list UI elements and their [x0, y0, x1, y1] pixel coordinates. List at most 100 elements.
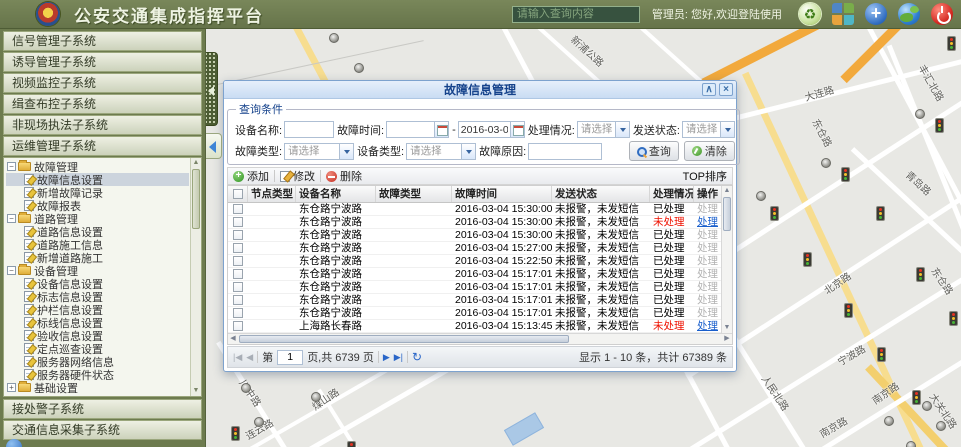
- chevron-down-icon[interactable]: [615, 122, 629, 137]
- delete-button[interactable]: 删除: [326, 168, 362, 184]
- sidebar-item-4[interactable]: 非现场执法子系统: [3, 115, 202, 135]
- table-row[interactable]: 东仓路宁波路2016-03-04 15:17:01未报警，未发短信已处理处理: [228, 294, 732, 307]
- row-checkbox[interactable]: [233, 256, 243, 266]
- camera-dome-icon[interactable]: [936, 421, 946, 431]
- camera-dome-icon[interactable]: [906, 441, 916, 447]
- row-checkbox[interactable]: [233, 230, 243, 240]
- tree-item[interactable]: 新增故障记录: [6, 186, 189, 199]
- tree-scrollbar[interactable]: ▲ ▼: [190, 158, 201, 396]
- next-page-button[interactable]: ▶: [383, 351, 390, 363]
- camera-dome-icon[interactable]: [241, 383, 251, 393]
- table-row[interactable]: 东仓路宁波路2016-03-04 15:17:01未报警，未发短信已处理处理: [228, 268, 732, 281]
- traffic-light-icon[interactable]: [231, 426, 240, 441]
- traffic-light-icon[interactable]: [876, 206, 885, 221]
- device-name-input[interactable]: [284, 121, 334, 138]
- col-process-status[interactable]: 处理情况: [650, 186, 694, 202]
- scroll-left-icon[interactable]: ◀: [228, 334, 238, 344]
- calendar-icon[interactable]: [434, 122, 448, 137]
- scroll-thumb[interactable]: [192, 169, 200, 229]
- traffic-light-icon[interactable]: [916, 267, 925, 282]
- clear-button[interactable]: 清除: [684, 141, 735, 161]
- camera-dome-icon[interactable]: [329, 33, 339, 43]
- row-checkbox[interactable]: [233, 282, 243, 292]
- horizontal-scrollbar[interactable]: ◀ ▶: [228, 333, 732, 344]
- collapse-expander-icon[interactable]: −: [7, 266, 16, 275]
- camera-dome-icon[interactable]: [821, 158, 831, 168]
- vertical-scrollbar[interactable]: ▲ ▼: [721, 186, 732, 333]
- scroll-down-icon[interactable]: ▼: [191, 386, 201, 396]
- fault-reason-input[interactable]: [528, 143, 602, 160]
- traffic-light-icon[interactable]: [912, 390, 921, 405]
- refresh-icon[interactable]: ↻: [412, 350, 422, 364]
- fault-time-from-input[interactable]: [387, 122, 434, 137]
- row-checkbox[interactable]: [233, 295, 243, 305]
- table-row[interactable]: 东仓路宁波路2016-03-04 15:27:00未报警，未发短信已处理处理: [228, 242, 732, 255]
- top-sort-button[interactable]: TOP排序: [683, 168, 727, 184]
- col-fault-type[interactable]: 故障类型: [376, 186, 452, 202]
- camera-dome-icon[interactable]: [915, 109, 925, 119]
- camera-dome-icon[interactable]: [254, 417, 264, 427]
- traffic-light-icon[interactable]: [347, 441, 356, 447]
- recycle-icon[interactable]: [799, 3, 821, 25]
- table-row[interactable]: 东仓路宁波路2016-03-04 15:22:50未报警，未发短信已处理处理: [228, 255, 732, 268]
- table-row[interactable]: 东仓路宁波路2016-03-04 15:30:00未报警，未发短信已处理处理: [228, 203, 732, 216]
- prev-page-button[interactable]: ◀: [246, 351, 253, 363]
- scroll-thumb[interactable]: [239, 335, 569, 343]
- row-checkbox[interactable]: [233, 269, 243, 279]
- chevron-down-icon[interactable]: [720, 122, 734, 137]
- add-button[interactable]: 添加: [233, 168, 269, 184]
- scroll-thumb[interactable]: [723, 197, 731, 231]
- sidebar-item-0[interactable]: 信号管理子系统: [3, 31, 202, 51]
- traffic-light-icon[interactable]: [877, 347, 886, 362]
- global-search-input[interactable]: [512, 6, 640, 23]
- close-icon[interactable]: ×: [719, 83, 733, 96]
- camera-dome-icon[interactable]: [922, 401, 932, 411]
- col-action[interactable]: 操作: [694, 186, 723, 202]
- scroll-right-icon[interactable]: ▶: [722, 334, 732, 344]
- calendar-icon[interactable]: [510, 122, 524, 137]
- row-checkbox[interactable]: [233, 321, 243, 331]
- scroll-down-icon[interactable]: ▼: [722, 323, 732, 333]
- edit-button[interactable]: 修改: [280, 168, 315, 184]
- globe-icon[interactable]: [898, 3, 920, 25]
- table-row[interactable]: 东仓路宁波路2016-03-04 15:17:01未报警，未发短信已处理处理: [228, 307, 732, 320]
- col-node-type[interactable]: 节点类型: [248, 186, 296, 202]
- table-row[interactable]: 东仓路宁波路2016-03-04 15:30:00未报警，未发短信未处理处理: [228, 216, 732, 229]
- row-checkbox[interactable]: [233, 308, 243, 318]
- collapse-expander-icon[interactable]: −: [7, 214, 16, 223]
- page-input[interactable]: [277, 350, 303, 365]
- last-page-button[interactable]: ▶|: [394, 351, 403, 363]
- camera-dome-icon[interactable]: [756, 191, 766, 201]
- sidebar-collapse-handle[interactable]: [206, 52, 218, 126]
- fault-time-to-input[interactable]: [459, 122, 510, 137]
- tree-item[interactable]: 故障报表: [6, 199, 189, 212]
- sidebar-item-bottom-0[interactable]: 接处警子系统: [3, 399, 202, 419]
- table-row[interactable]: 东仓路宁波路2016-03-04 15:30:00未报警，未发短信已处理处理: [228, 229, 732, 242]
- sidebar-item-2[interactable]: 视频监控子系统: [3, 73, 202, 93]
- send-status-select[interactable]: 请选择: [682, 121, 735, 138]
- panel-collapse-arrow[interactable]: [206, 133, 222, 159]
- traffic-light-icon[interactable]: [949, 311, 958, 326]
- add-icon[interactable]: [865, 3, 887, 25]
- row-checkbox[interactable]: [233, 243, 243, 253]
- sidebar-item-5[interactable]: 运维管理子系统: [3, 136, 202, 156]
- device-type-select[interactable]: 请选择: [406, 143, 476, 160]
- tree-group[interactable]: +基础设置: [6, 381, 189, 394]
- sidebar-item-3[interactable]: 缉查布控子系统: [3, 94, 202, 114]
- scroll-up-icon[interactable]: ▲: [722, 186, 732, 196]
- camera-dome-icon[interactable]: [884, 416, 894, 426]
- tree-item[interactable]: 新增道路施工: [6, 251, 189, 264]
- table-row[interactable]: 东仓路宁波路2016-03-04 15:17:01未报警，未发短信已处理处理: [228, 281, 732, 294]
- col-send-status[interactable]: 发送状态: [552, 186, 650, 202]
- process-action[interactable]: 处理: [697, 216, 718, 228]
- row-checkbox[interactable]: [233, 204, 243, 214]
- first-page-button[interactable]: |◀: [233, 351, 242, 363]
- traffic-light-icon[interactable]: [947, 36, 956, 51]
- col-device-name[interactable]: 设备名称: [296, 186, 376, 202]
- chevron-down-icon[interactable]: [461, 144, 475, 159]
- sidebar-item-bottom-1[interactable]: 交通信息采集子系统: [3, 420, 202, 440]
- collapse-icon[interactable]: ∧: [702, 83, 716, 96]
- row-checkbox[interactable]: [233, 217, 243, 227]
- apps-grid-icon[interactable]: [832, 3, 854, 25]
- select-all-checkbox[interactable]: [233, 189, 243, 199]
